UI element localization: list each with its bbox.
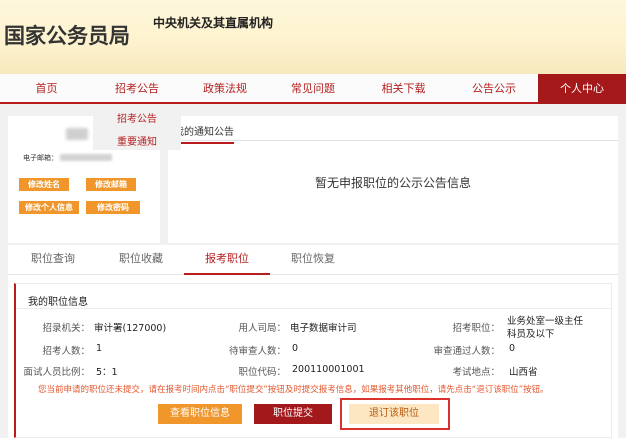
edit-profile-button[interactable]: 修改个人信息 (19, 201, 79, 214)
submission-notice: 您当前申请的职位还未提交，请在报考时间内点击“职位提交”按钮及时提交报考信息，如… (38, 385, 549, 395)
empty-notices-message: 暂无申报职位的公示公告信息 (314, 176, 471, 190)
nav-item-downloads[interactable]: 相关下载 (357, 74, 450, 104)
job-label: 招考职位： (452, 323, 500, 334)
submit-position-button[interactable]: 职位提交 (254, 404, 332, 424)
agency-value: 审计署(127000) (94, 323, 167, 334)
highlight-box (340, 398, 450, 430)
email-label: 电子邮箱： (23, 154, 58, 162)
headcount-label: 招考人数： (42, 346, 90, 357)
passed-label: 审查通过人数： (433, 346, 500, 357)
nav-item-announcements[interactable]: 公告公示 (450, 74, 538, 104)
divider (16, 308, 612, 309)
code-label: 职位代码： (238, 367, 286, 378)
divider (168, 140, 618, 141)
headcount-value: 1 (96, 343, 103, 354)
username-blurred (66, 128, 88, 140)
pending-label: 待审查人数： (228, 346, 286, 357)
tab-position-restore[interactable]: 职位恢复 (270, 245, 356, 275)
job-value-line2: 科员及以下 (507, 329, 555, 340)
view-position-button[interactable]: 查看职位信息 (158, 404, 242, 424)
pending-value: 0 (292, 343, 299, 354)
employer-value: 电子数据审计司 (290, 323, 357, 334)
notices-panel: 我的通知公告 暂无申报职位的公示公告信息 (168, 116, 618, 243)
main-nav: 首页 招考公告 政策法规 常见问题 相关下载 公告公示 个人中心 (0, 74, 626, 104)
job-value-line1: 业务处室一级主任 (507, 316, 584, 327)
employer-label: 用人司局： (238, 323, 286, 334)
site-title[interactable]: 国家公务员局 (4, 20, 130, 50)
nav-item-faq[interactable]: 常见问题 (269, 74, 357, 104)
code-value: 200110001001 (292, 364, 365, 375)
tab-applied-positions[interactable]: 报考职位 (184, 245, 270, 275)
edit-name-button[interactable]: 修改姓名 (19, 178, 69, 191)
nav-item-policies[interactable]: 政策法规 (181, 74, 269, 104)
position-tabs: 职位查询 职位收藏 报考职位 职位恢复 (8, 245, 618, 275)
location-label: 考试地点： (452, 367, 500, 378)
nav-item-personal-center[interactable]: 个人中心 (538, 74, 626, 104)
email-value-blurred (60, 154, 112, 161)
dropdown-item-important-notice[interactable]: 重要通知 (93, 133, 181, 148)
site-header: 国家公务员局 中央机关及其直属机构 (0, 0, 626, 74)
nav-item-home[interactable]: 首页 (0, 74, 93, 104)
nav-item-recruitment-notice[interactable]: 招考公告 (93, 74, 181, 104)
dropdown-item-recruitment-notice[interactable]: 招考公告 (93, 110, 181, 125)
section-title: 我的职位信息 (28, 297, 88, 308)
ratio-label: 面试人员比例： (23, 367, 90, 378)
edit-password-button[interactable]: 修改密码 (86, 201, 140, 214)
recruitment-dropdown: 招考公告 重要通知 (93, 104, 181, 150)
location-value: 山西省 (509, 367, 538, 378)
site-subtitle: 中央机关及其直属机构 (153, 16, 274, 30)
agency-label: 招录机关： (42, 323, 90, 334)
tab-position-search[interactable]: 职位查询 (8, 245, 98, 275)
tab-position-favorites[interactable]: 职位收藏 (98, 245, 184, 275)
edit-email-button[interactable]: 修改邮箱 (86, 178, 136, 191)
ratio-value: 5：1 (96, 367, 118, 378)
passed-value: 0 (509, 343, 516, 354)
